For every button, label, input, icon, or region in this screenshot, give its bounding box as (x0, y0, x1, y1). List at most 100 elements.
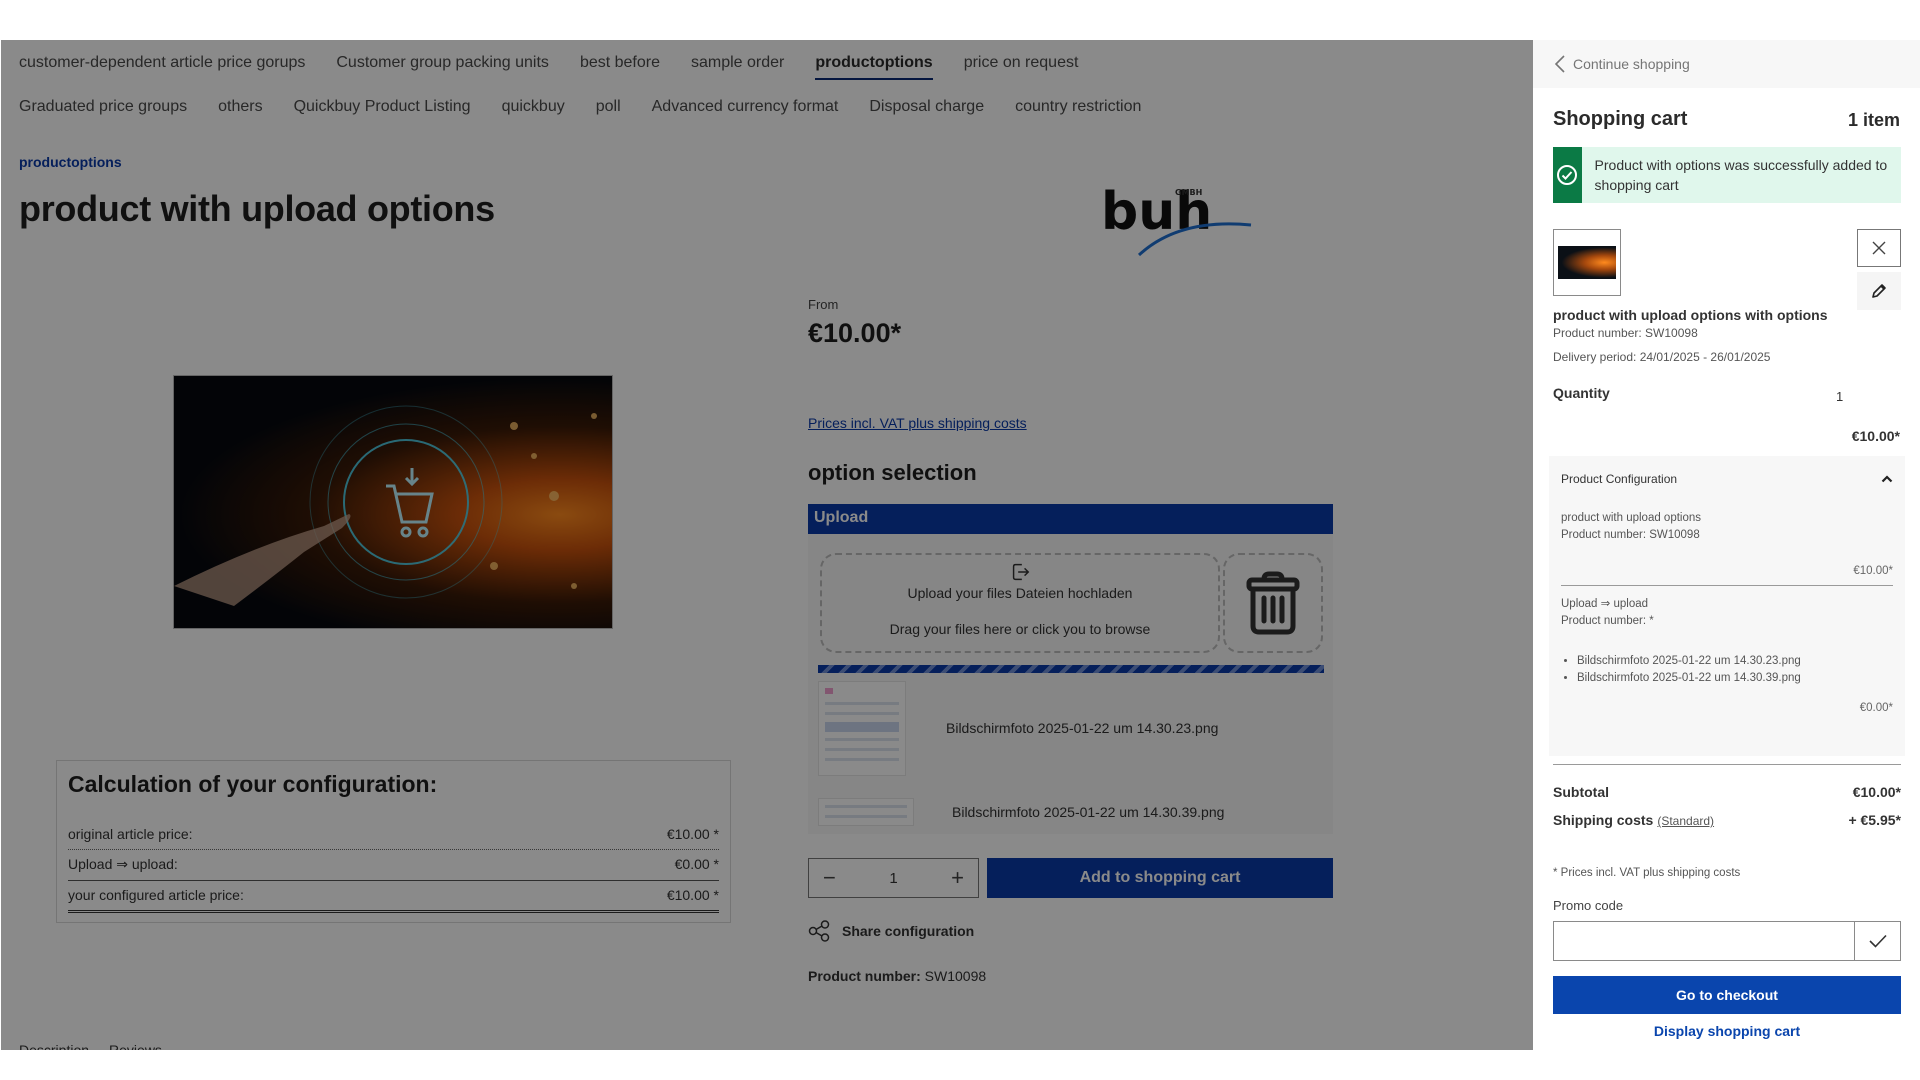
cart-item-count: 1 item (1847, 110, 1900, 130)
nav-item[interactable]: Advanced currency format (652, 98, 839, 116)
nav-item[interactable]: Quickbuy Product Listing (294, 98, 471, 116)
calculation-title: Calculation of your configuration: (68, 771, 438, 797)
edit-item-button[interactable] (1857, 272, 1901, 310)
subtotal-label: Subtotal (1553, 784, 1609, 800)
promo-code-input[interactable] (1554, 922, 1854, 960)
product-image[interactable] (173, 375, 613, 629)
nav-item[interactable]: country restriction (1015, 98, 1141, 116)
offcanvas-cart: Continue shopping Shopping cart 1 item P… (1533, 40, 1920, 1050)
config-file-item: Bildschirmfoto 2025-01-22 um 14.30.39.pn… (1577, 670, 1893, 687)
cart-item-number: Product number: SW10098 (1553, 326, 1698, 340)
share-icon (808, 920, 830, 942)
cart-title: Shopping cart (1553, 108, 1688, 130)
nav-item[interactable]: Graduated price groups (19, 98, 187, 116)
quantity-label: Quantity (1553, 385, 1610, 401)
increase-quantity-button[interactable]: + (951, 867, 964, 889)
close-icon (1872, 241, 1886, 255)
product-configuration-toggle[interactable]: Product Configuration (1561, 456, 1893, 502)
success-alert: Product with options was successfully ad… (1553, 147, 1901, 203)
upload-progress-bar (818, 665, 1324, 673)
continue-shopping-label: Continue shopping (1573, 56, 1690, 72)
logo-suffix: GMBH (1175, 188, 1202, 197)
file-thumbnail (818, 798, 914, 826)
shipping-method-link[interactable]: (Standard) (1657, 814, 1714, 828)
cart-quantity-select[interactable]: 1 (1836, 389, 1843, 404)
config-base-price: €10.00* (1853, 565, 1893, 577)
nav-item[interactable]: others (218, 98, 262, 116)
quantity-stepper[interactable]: − 1 + (808, 858, 979, 898)
apply-promo-button[interactable] (1854, 922, 1900, 960)
file-thumbnail (818, 680, 906, 776)
config-option-price: €0.00* (1859, 702, 1893, 714)
continue-shopping-button[interactable]: Continue shopping (1533, 40, 1920, 88)
manufacturer-logo[interactable]: buh GMBH (1099, 182, 1259, 263)
dropzone-hint: Drag your files here or click you to bro… (889, 621, 1151, 637)
tab-reviews[interactable]: Reviews (109, 1042, 162, 1050)
check-circle-icon (1557, 165, 1578, 185)
uploaded-file[interactable]: Bildschirmfoto 2025-01-22 um 14.30.23.pn… (818, 680, 1219, 776)
hand-shape (174, 514, 351, 606)
nav-item[interactable]: sample order (691, 54, 784, 72)
calc-value: €10.00 * (666, 826, 719, 842)
cart-item-name[interactable]: product with upload options with options (1553, 307, 1828, 323)
product-price: €10.00* (808, 318, 902, 348)
uploaded-file[interactable]: Bildschirmfoto 2025-01-22 um 14.30.39.pn… (818, 795, 1224, 829)
file-name: Bildschirmfoto 2025-01-22 um 14.30.39.pn… (952, 804, 1225, 820)
calc-label: your configured article price: (68, 887, 244, 903)
share-label: Share configuration (842, 923, 975, 939)
config-base-name: product with upload options (1561, 512, 1702, 524)
calc-label: Upload ⇒ upload: (68, 856, 178, 872)
cart-icon (386, 468, 434, 538)
vat-info-link[interactable]: Prices incl. VAT plus shipping costs (808, 415, 1027, 431)
chevron-up-icon (1881, 475, 1893, 483)
subtotal-row: Subtotal €10.00* (1553, 784, 1901, 800)
quantity-value[interactable]: 1 (889, 870, 897, 887)
nav-item[interactable]: quickbuy (502, 98, 565, 116)
decrease-quantity-button[interactable]: − (823, 867, 836, 889)
calculation-row-total: your configured article price: €10.00 * (68, 881, 719, 913)
file-dropzone[interactable]: Upload your files Dateien hochladen Drag… (820, 553, 1220, 653)
configuration-title: Product Configuration (1561, 472, 1678, 486)
calc-value: €0.00 * (674, 856, 719, 872)
calculation-row: Upload ⇒ upload: €0.00 * (68, 850, 719, 881)
cart-item-image[interactable] (1553, 229, 1621, 296)
summary-divider (1553, 764, 1901, 765)
nav-item[interactable]: Disposal charge (869, 98, 984, 116)
cart-item-price: €10.00* (1851, 428, 1900, 444)
nav-item[interactable]: price on request (964, 54, 1079, 72)
file-upload-icon (1012, 563, 1030, 581)
shipping-row: Shipping costs (Standard) + €5.95* (1553, 812, 1901, 828)
file-name: Bildschirmfoto 2025-01-22 um 14.30.23.pn… (946, 720, 1219, 736)
shipping-label: Shipping costs (1553, 812, 1654, 828)
nav-item[interactable]: best before (580, 54, 660, 72)
category-nav-row-2: Graduated price groups others Quickbuy P… (19, 98, 1141, 116)
nav-item[interactable]: Customer group packing units (336, 54, 549, 72)
nav-item[interactable]: customer-dependent article price gorups (19, 54, 305, 72)
add-to-cart-button[interactable]: Add to shopping cart (987, 858, 1333, 898)
product-number-value: SW10098 (924, 968, 987, 984)
go-to-checkout-button[interactable]: Go to checkout (1553, 976, 1901, 1014)
display-shopping-cart-link[interactable]: Display shopping cart (1553, 1023, 1901, 1039)
nav-item[interactable]: poll (596, 98, 621, 116)
chevron-left-icon (1554, 55, 1565, 73)
tab-description[interactable]: Description (19, 1042, 89, 1050)
promo-code-label: Promo code (1553, 898, 1624, 913)
delete-files-button[interactable] (1223, 553, 1323, 653)
promo-code-form (1553, 921, 1901, 961)
share-configuration-button[interactable]: Share configuration (808, 920, 974, 942)
config-base-number: Product number: SW10098 (1561, 529, 1700, 541)
calculation-row: original article price: €10.00 * (68, 820, 719, 850)
product-number: Product number: SW10098 (808, 968, 986, 984)
remove-item-button[interactable] (1857, 229, 1901, 267)
product-page: customer-dependent article price gorups … (1, 40, 1533, 1050)
calc-value: €10.00 * (666, 887, 719, 903)
pencil-icon (1872, 284, 1886, 298)
category-nav-row-1: customer-dependent article price gorups … (19, 54, 1079, 80)
config-file-list: Bildschirmfoto 2025-01-22 um 14.30.23.pn… (1577, 653, 1893, 687)
checkmark-icon (1868, 934, 1887, 948)
nav-item-active[interactable]: productoptions (815, 54, 934, 80)
product-configuration-panel: Product Configuration product with uploa… (1549, 456, 1905, 756)
breadcrumb[interactable]: productoptions (19, 154, 122, 170)
option-selection-title: option selection (808, 460, 977, 485)
upload-option-header: Upload (808, 504, 1333, 534)
